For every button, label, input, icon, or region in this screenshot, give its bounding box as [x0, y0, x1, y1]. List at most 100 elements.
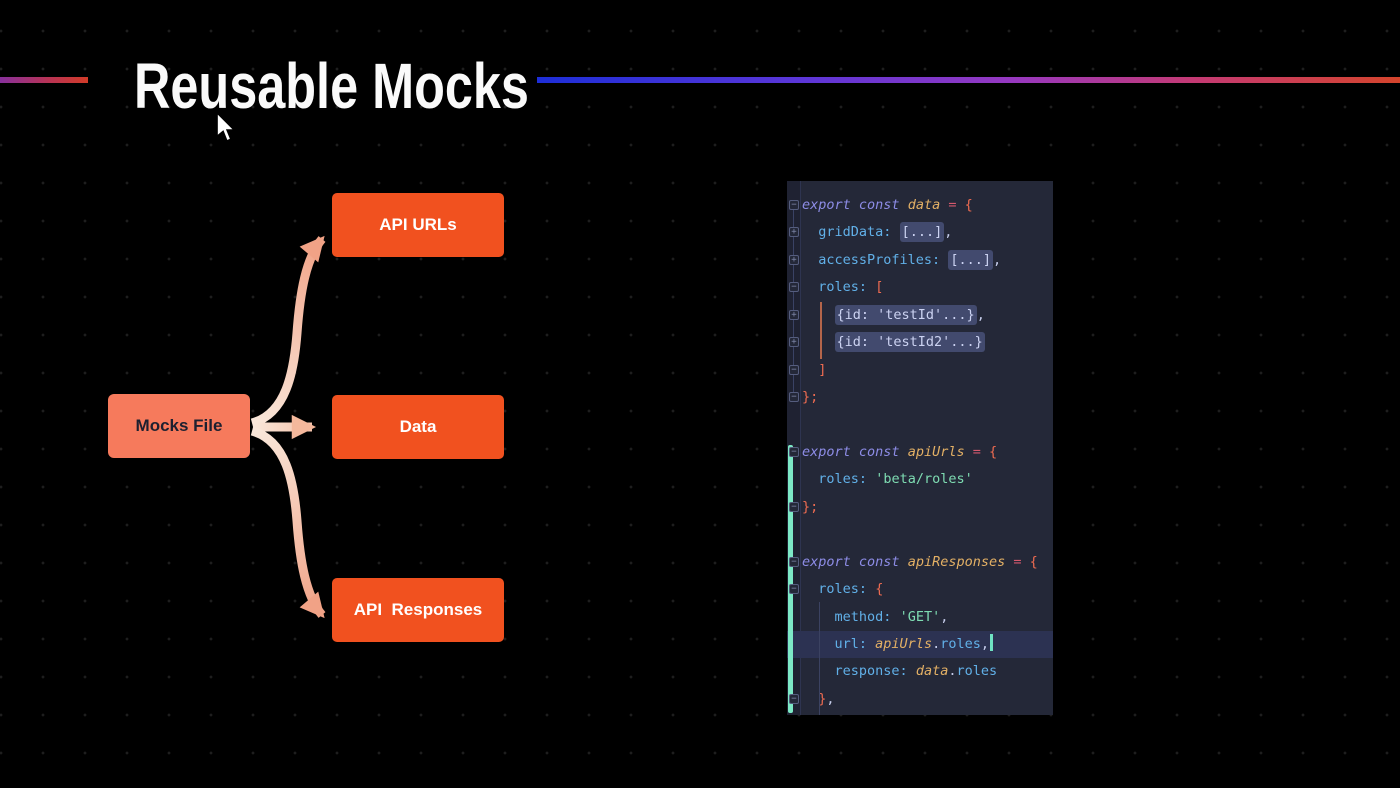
code-token: apiUrls	[908, 444, 965, 460]
code-token: =	[1013, 554, 1021, 570]
code-token: };	[802, 499, 818, 515]
code-line-current[interactable]: url: apiUrls.roles,	[787, 631, 1053, 658]
node-data: Data	[332, 395, 504, 459]
folded-code-chip[interactable]: {id: 'testId2'...}	[835, 332, 985, 352]
title-rule-left	[0, 77, 88, 83]
code-line[interactable]: roles: {	[787, 576, 1053, 603]
fold-collapse-icon[interactable]: −	[789, 502, 799, 512]
code-token	[851, 444, 859, 460]
code-line[interactable]: ]	[787, 357, 1053, 384]
code-line[interactable]: {id: 'testId2'...}	[787, 329, 1053, 356]
code-token: roles	[940, 636, 981, 652]
code-token: 'GET'	[900, 609, 941, 625]
fold-expand-icon[interactable]: +	[789, 255, 799, 265]
fold-collapse-icon[interactable]: −	[789, 584, 799, 594]
code-token: const	[859, 554, 900, 570]
code-token: ]	[818, 362, 826, 378]
mouse-cursor-icon	[215, 113, 237, 143]
code-token	[802, 691, 818, 707]
code-token: ,	[977, 307, 985, 323]
code-line[interactable]: },	[787, 686, 1053, 713]
node-label: Data	[400, 417, 437, 437]
code-line[interactable]: };	[787, 494, 1053, 521]
code-token: ,	[826, 691, 834, 707]
code-line[interactable]: gridData: [...],	[787, 219, 1053, 246]
code-token: {	[875, 581, 883, 597]
code-token: const	[859, 444, 900, 460]
fold-collapse-icon[interactable]: −	[789, 557, 799, 567]
fold-collapse-icon[interactable]: −	[789, 365, 799, 375]
fold-expand-icon[interactable]: +	[789, 227, 799, 237]
code-token	[802, 224, 818, 240]
fold-collapse-icon[interactable]: −	[789, 200, 799, 210]
code-token: export	[802, 554, 851, 570]
code-token	[802, 471, 818, 487]
code-token	[891, 224, 899, 240]
code-token: data	[916, 663, 949, 679]
code-line[interactable]: roles: 'beta/roles'	[787, 466, 1053, 493]
code-line[interactable]: response: data.roles	[787, 658, 1053, 685]
code-line[interactable]: export const data = {	[787, 192, 1053, 219]
code-token: apiResponses	[908, 554, 1006, 570]
code-token	[965, 444, 973, 460]
code-token	[802, 307, 835, 323]
code-line[interactable]	[787, 521, 1053, 548]
code-line[interactable]	[787, 412, 1053, 439]
code-line[interactable]: method: 'GET',	[787, 604, 1053, 631]
code-line[interactable]: roles: [	[787, 274, 1053, 301]
code-line[interactable]: export const apiUrls = {	[787, 439, 1053, 466]
code-token	[802, 581, 818, 597]
node-label: Mocks File	[136, 416, 223, 436]
fold-expand-icon[interactable]: +	[789, 337, 799, 347]
code-token: =	[973, 444, 981, 460]
code-token: const	[859, 197, 900, 213]
node-label: API URLs	[379, 215, 456, 235]
fold-collapse-icon[interactable]: −	[789, 694, 799, 704]
code-token: ,	[993, 252, 1001, 268]
code-token: =	[948, 197, 956, 213]
node-api-urls: API URLs	[332, 193, 504, 257]
folded-code-chip[interactable]: [...]	[948, 250, 993, 270]
title-rule-right	[537, 77, 1400, 83]
code-token: roles:	[818, 471, 867, 487]
folded-code-chip[interactable]: {id: 'testId'...}	[835, 305, 977, 325]
code-token	[802, 279, 818, 295]
node-api-responses: API Responses	[332, 578, 504, 642]
code-token	[802, 334, 835, 350]
code-token: {	[965, 197, 973, 213]
code-token	[900, 444, 908, 460]
fold-collapse-icon[interactable]: −	[789, 392, 799, 402]
fold-collapse-icon[interactable]: −	[789, 282, 799, 292]
code-token: export	[802, 444, 851, 460]
fold-collapse-icon[interactable]: −	[789, 447, 799, 457]
code-line[interactable]: };	[787, 384, 1053, 411]
code-line[interactable]: {id: 'testId'...},	[787, 302, 1053, 329]
code-token: method:	[835, 609, 892, 625]
code-token: 'beta/roles'	[875, 471, 973, 487]
code-token: {	[989, 444, 997, 460]
code-token	[802, 362, 818, 378]
code-line[interactable]: export const apiResponses = {	[787, 549, 1053, 576]
code-lines: export const data = { gridData: [...], a…	[787, 192, 1053, 713]
code-token: ,	[981, 636, 989, 652]
code-token	[908, 663, 916, 679]
arrow-to-api-responses	[252, 431, 322, 615]
code-token	[867, 471, 875, 487]
git-change-bar	[788, 445, 793, 713]
code-token: data	[908, 197, 941, 213]
node-label: API Responses	[354, 600, 483, 620]
code-token	[867, 581, 875, 597]
indent-guide	[819, 602, 820, 715]
code-editor[interactable]: − + + − + + − − − − − − − export const data = { grid…	[787, 181, 1053, 715]
code-token: roles:	[818, 279, 867, 295]
code-line[interactable]: accessProfiles: [...],	[787, 247, 1053, 274]
node-mocks-file: Mocks File	[108, 394, 250, 458]
folded-code-chip[interactable]: [...]	[900, 222, 945, 242]
fold-expand-icon[interactable]: +	[789, 310, 799, 320]
code-token	[957, 197, 965, 213]
code-token	[867, 636, 875, 652]
code-token: {	[1030, 554, 1038, 570]
code-token	[802, 252, 818, 268]
code-token: apiUrls	[875, 636, 932, 652]
code-token	[981, 444, 989, 460]
